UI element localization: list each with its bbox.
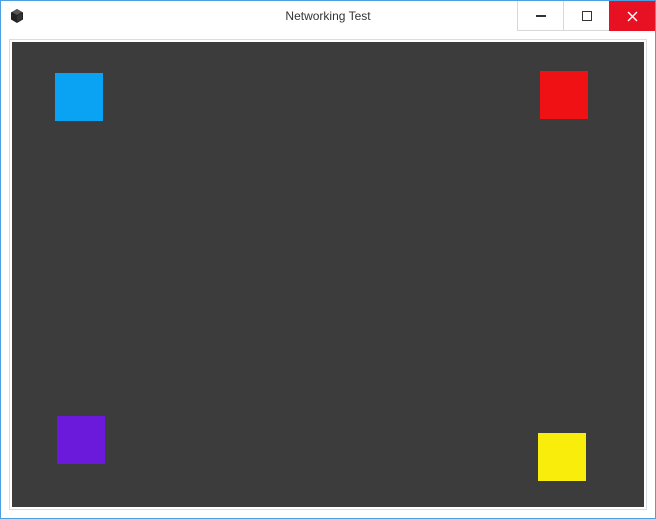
inner-frame [9, 39, 647, 510]
maximize-button[interactable] [563, 1, 609, 31]
player-yellow[interactable] [538, 433, 586, 481]
game-viewport[interactable] [12, 42, 644, 507]
close-icon [627, 11, 638, 22]
player-purple[interactable] [57, 416, 105, 464]
close-button[interactable] [609, 1, 655, 31]
maximize-icon [582, 11, 592, 21]
window-title: Networking Test [285, 9, 370, 23]
unity-icon [9, 8, 25, 24]
window-controls [517, 1, 655, 31]
app-window: Networking Test [0, 0, 656, 519]
titlebar[interactable]: Networking Test [1, 1, 655, 31]
minimize-icon [536, 11, 546, 21]
minimize-button[interactable] [517, 1, 563, 31]
player-blue[interactable] [55, 73, 103, 121]
client-area [1, 31, 655, 518]
player-red[interactable] [540, 71, 588, 119]
